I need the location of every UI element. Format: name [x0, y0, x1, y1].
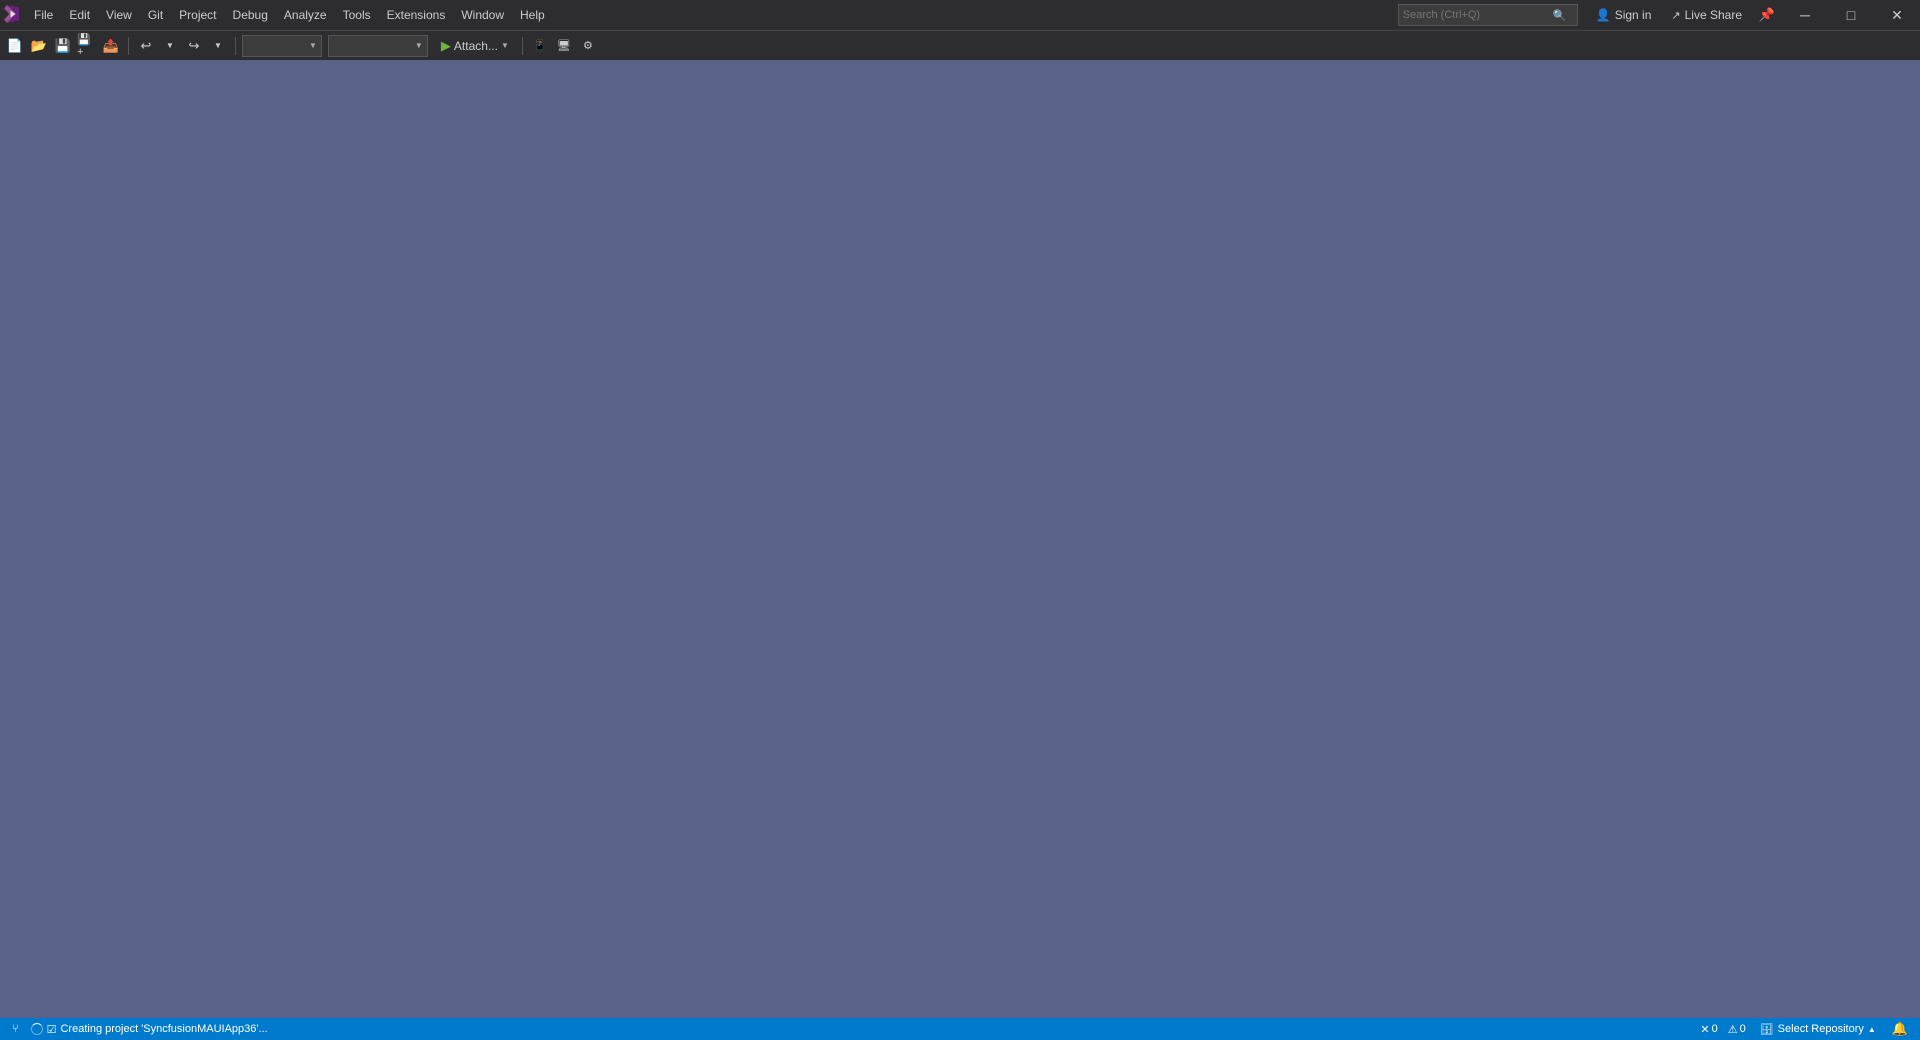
open-folder-button[interactable]: 📂: [28, 35, 50, 57]
status-git-area[interactable]: ⑂: [6, 1018, 25, 1040]
separator-1: [128, 37, 129, 55]
menu-analyze[interactable]: Analyze: [276, 0, 335, 30]
status-left: ⑂ ☑ Creating project 'SyncfusionMAUIApp3…: [0, 1018, 268, 1040]
menu-window[interactable]: Window: [453, 0, 512, 30]
save-button[interactable]: 💾: [52, 35, 74, 57]
sign-in-button[interactable]: 👤 Sign in: [1586, 8, 1662, 22]
attach-play-icon: ▶: [441, 38, 451, 54]
status-creating-text: Creating project 'SyncfusionMAUIApp36'..…: [60, 1023, 267, 1035]
menu-file[interactable]: File: [26, 0, 61, 30]
save-all-button[interactable]: 💾+: [76, 35, 98, 57]
menu-tools[interactable]: Tools: [335, 0, 379, 30]
configuration-dropdown[interactable]: ▼: [242, 35, 322, 57]
attach-label: Attach...: [454, 39, 498, 53]
status-creating-icon: ☑: [47, 1023, 57, 1036]
warning-icon: ⚠: [1728, 1023, 1738, 1036]
menu-project[interactable]: Project: [171, 0, 224, 30]
sign-in-label: Sign in: [1615, 8, 1652, 22]
new-file-button[interactable]: 📄: [4, 35, 26, 57]
menu-view[interactable]: View: [98, 0, 140, 30]
device-button[interactable]: 📱: [529, 35, 551, 57]
window-controls: ─ □ ✕: [1782, 0, 1920, 30]
error-icon: ✕: [1700, 1023, 1709, 1036]
warning-count[interactable]: ⚠ 0: [1724, 1023, 1750, 1036]
menu-debug[interactable]: Debug: [225, 0, 276, 30]
publish-button[interactable]: 📤: [100, 35, 122, 57]
maximize-button[interactable]: □: [1828, 0, 1874, 30]
attach-button[interactable]: ▶ Attach... ▼: [434, 35, 516, 57]
menu-bar: File Edit View Git Project Debug Analyze…: [26, 0, 1390, 30]
configuration-dropdown-arrow: ▼: [309, 41, 317, 50]
menu-edit[interactable]: Edit: [61, 0, 98, 30]
undo-button[interactable]: ↩: [135, 35, 157, 57]
platform-dropdown-arrow: ▼: [415, 41, 423, 50]
git-icon: ⑂: [12, 1023, 19, 1035]
toolbar: 📄 📂 💾 💾+ 📤 ↩ ▼ ↪ ▼ ▼ ▼ ▶ Attach... ▼ 📱 🖥…: [0, 30, 1920, 60]
status-bar: ⑂ ☑ Creating project 'SyncfusionMAUIApp3…: [0, 1018, 1920, 1040]
warning-number: 0: [1740, 1023, 1746, 1035]
select-repo-chevron: ▲: [1868, 1025, 1876, 1034]
title-bar: File Edit View Git Project Debug Analyze…: [0, 0, 1920, 30]
notification-button[interactable]: 🔔: [1886, 1021, 1914, 1037]
search-box[interactable]: 🔍: [1398, 4, 1578, 26]
undo-dropdown[interactable]: ▼: [159, 35, 181, 57]
status-right: ✕ 0 ⚠ 0 🗄 Select Repository ▲ 🔔: [1696, 1018, 1920, 1040]
search-icon: 🔍: [1553, 9, 1567, 22]
select-repository-button[interactable]: 🗄 Select Repository ▲: [1752, 1018, 1884, 1040]
loading-spinner: [31, 1023, 43, 1035]
emulator-button[interactable]: 🖥: [553, 35, 575, 57]
redo-button[interactable]: ↪: [183, 35, 205, 57]
platform-dropdown[interactable]: ▼: [328, 35, 428, 57]
error-number: 0: [1712, 1023, 1718, 1035]
select-repo-icon: 🗄: [1760, 1023, 1774, 1036]
close-button[interactable]: ✕: [1874, 0, 1920, 30]
settings-toolbar-button[interactable]: ⚙: [577, 35, 599, 57]
menu-git[interactable]: Git: [140, 0, 171, 30]
attach-dropdown-arrow: ▼: [501, 41, 509, 50]
select-repo-label: Select Repository: [1778, 1023, 1864, 1035]
separator-3: [522, 37, 523, 55]
live-share-icon: ↗: [1671, 9, 1680, 22]
title-bar-right: 👤 Sign in ↗ Live Share 📌 ─ □ ✕: [1586, 0, 1920, 30]
main-content: [0, 60, 1920, 1018]
minimize-button[interactable]: ─: [1782, 0, 1828, 30]
error-warning-area: ✕ 0 ⚠ 0: [1696, 1023, 1749, 1036]
redo-dropdown[interactable]: ▼: [207, 35, 229, 57]
separator-2: [235, 37, 236, 55]
pin-button[interactable]: 📌: [1752, 0, 1782, 30]
menu-extensions[interactable]: Extensions: [379, 0, 454, 30]
error-count[interactable]: ✕ 0: [1696, 1023, 1721, 1036]
vs-logo: [4, 5, 22, 26]
search-input[interactable]: [1403, 9, 1553, 21]
sign-in-icon: 👤: [1596, 8, 1611, 22]
menu-help[interactable]: Help: [512, 0, 553, 30]
status-creating-project: ☑ Creating project 'SyncfusionMAUIApp36'…: [31, 1023, 268, 1036]
live-share-label: Live Share: [1685, 8, 1742, 22]
live-share-button[interactable]: ↗ Live Share: [1661, 8, 1752, 22]
